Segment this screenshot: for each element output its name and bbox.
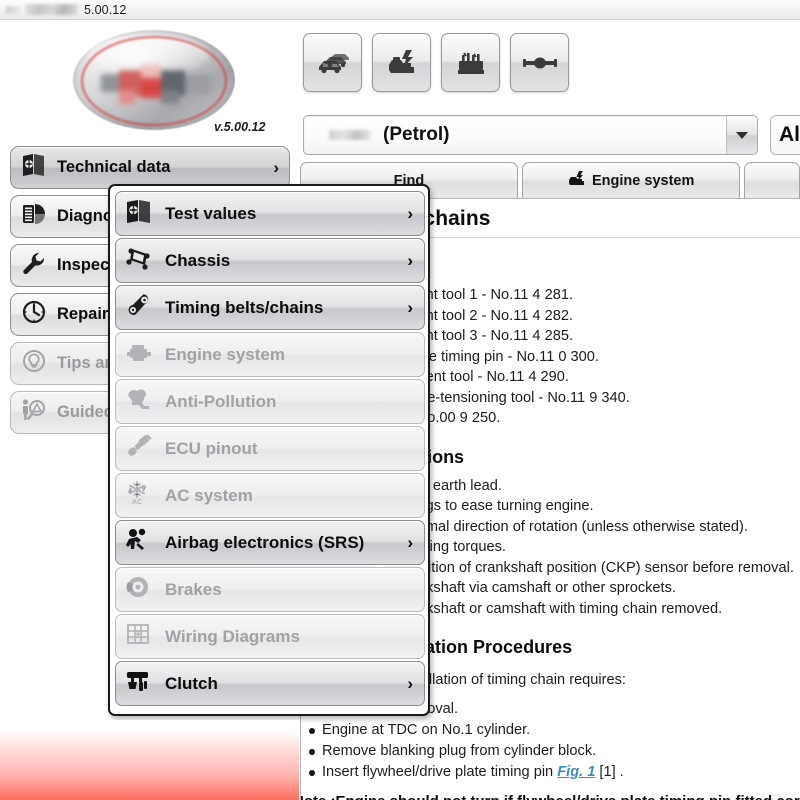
application-window: 5.00.12 v.5.00.12 — [0, 0, 800, 800]
chevron-right-icon: › — [273, 158, 279, 178]
airbag-icon — [125, 527, 153, 558]
ecu-pinout-icon — [125, 433, 153, 464]
title-version: 5.00.12 — [84, 3, 126, 17]
sidebar-item-label: Tips an — [57, 354, 114, 373]
submenu-item-chassis[interactable]: Chassis › — [115, 238, 425, 283]
lightbulb-icon — [21, 349, 47, 378]
engine-lightning-icon — [384, 48, 420, 78]
clutch-icon — [125, 668, 153, 699]
figure-1-link[interactable]: Fig. 1 — [557, 764, 595, 780]
toolbar-button-engine-electrics[interactable] — [372, 33, 431, 92]
diagnostics-icon — [21, 202, 47, 231]
engine-block-icon — [125, 339, 153, 370]
tab-engine-system[interactable]: Engine system — [522, 162, 740, 198]
submenu-item-label: Brakes — [165, 580, 222, 600]
submenu-item-engine-system[interactable]: Engine system — [115, 332, 425, 377]
timing-belt-icon — [125, 292, 153, 323]
submenu-item-label: Engine system — [165, 345, 285, 365]
submenu-item-ac-system[interactable]: AC AC system — [115, 473, 425, 518]
logo-red-ring — [81, 36, 227, 126]
list-item: Remove blanking plug from cylinder block… — [308, 741, 800, 762]
toolbar-button-vehicle-selection[interactable] — [303, 33, 362, 92]
chassis-icon — [125, 245, 153, 276]
step-text-prefix: Insert flywheel/drive plate timing pin — [322, 764, 557, 780]
submenu-item-label: Test values — [165, 204, 256, 224]
submenu-item-label: ECU pinout — [165, 439, 258, 459]
app-logo — [73, 30, 235, 130]
sidebar-item-label: Guided — [57, 403, 114, 422]
submenu-item-clutch[interactable]: Clutch › — [115, 661, 425, 706]
submenu-item-wiring-diagrams[interactable]: Wiring Diagrams — [115, 614, 425, 659]
chevron-down-icon[interactable] — [726, 116, 757, 154]
brake-disc-icon — [125, 574, 153, 605]
engine-icon — [567, 171, 587, 191]
submenu-item-anti-pollution[interactable]: Anti-Pollution — [115, 379, 425, 424]
submenu-item-label: Wiring Diagrams — [165, 627, 300, 647]
version-label: v.5.00.12 — [214, 120, 265, 134]
submenu-item-label: AC system — [165, 486, 253, 506]
snowflake-ac-icon: AC — [125, 480, 153, 511]
window-body: v.5.00.12 — [0, 20, 800, 800]
submenu-item-ecu-pinout[interactable]: ECU pinout — [115, 426, 425, 471]
submenu-item-label: Anti-Pollution — [165, 392, 276, 412]
vehicle-name-obscured — [329, 130, 371, 140]
top-toolbar — [303, 33, 569, 92]
svg-text:AC: AC — [132, 499, 142, 506]
bottom-left-red-panel — [0, 720, 299, 800]
toolbar-button-drive-shaft[interactable] — [510, 33, 569, 92]
battery-icon — [453, 49, 489, 77]
app-icon — [6, 6, 20, 14]
technical-data-icon — [21, 153, 47, 182]
submenu-item-label: Timing belts/chains — [165, 298, 323, 318]
chevron-right-icon: › — [407, 298, 413, 318]
guided-diagnostics-icon — [21, 398, 47, 427]
submenu-item-brakes[interactable]: Brakes — [115, 567, 425, 612]
submenu-item-timing-belts-chains[interactable]: Timing belts/chains › — [115, 285, 425, 330]
drive-shaft-icon — [522, 53, 558, 73]
toolbar-button-battery[interactable] — [441, 33, 500, 92]
procedure-note: Note :Engine should not turn if flywheel… — [300, 793, 800, 800]
test-values-icon — [125, 198, 153, 229]
chevron-right-icon: › — [407, 204, 413, 224]
wiring-diagram-icon — [125, 621, 153, 652]
submenu-item-label: Chassis — [165, 251, 230, 271]
clock-icon — [21, 300, 47, 329]
tab-engine-system-label: Engine system — [592, 173, 694, 189]
submenu-item-label: Airbag electronics (SRS) — [165, 533, 364, 553]
chevron-right-icon: › — [407, 251, 413, 271]
list-item: Insert flywheel/drive plate timing pin F… — [308, 762, 800, 783]
all-button[interactable]: Al — [770, 115, 800, 155]
step-text-suffix: [1] . — [595, 764, 623, 780]
chevron-right-icon: › — [407, 533, 413, 553]
technical-data-submenu: Test values › Chassis › — [108, 184, 430, 716]
sidebar-item-label: Technical data — [57, 158, 170, 177]
cars-stack-icon — [315, 50, 351, 76]
procedure-steps: Engine at TDC on No.1 cylinder. Remove b… — [300, 720, 800, 783]
submenu-item-airbag-electronics[interactable]: Airbag electronics (SRS) › — [115, 520, 425, 565]
tab-overflow[interactable] — [744, 162, 800, 198]
vehicle-select[interactable]: (Petrol) — [303, 115, 758, 155]
chevron-right-icon: › — [407, 674, 413, 694]
vehicle-fuel-type: (Petrol) — [383, 124, 450, 146]
title-obscured-text — [26, 4, 78, 15]
submenu-item-test-values[interactable]: Test values › — [115, 191, 425, 236]
submenu-item-label: Clutch — [165, 674, 218, 694]
sidebar-item-technical-data[interactable]: Technical data › — [10, 146, 290, 189]
wrench-icon — [21, 251, 47, 280]
list-item: Engine at TDC on No.1 cylinder. — [308, 720, 800, 741]
anti-pollution-icon — [125, 386, 153, 417]
title-bar: 5.00.12 — [0, 0, 800, 20]
